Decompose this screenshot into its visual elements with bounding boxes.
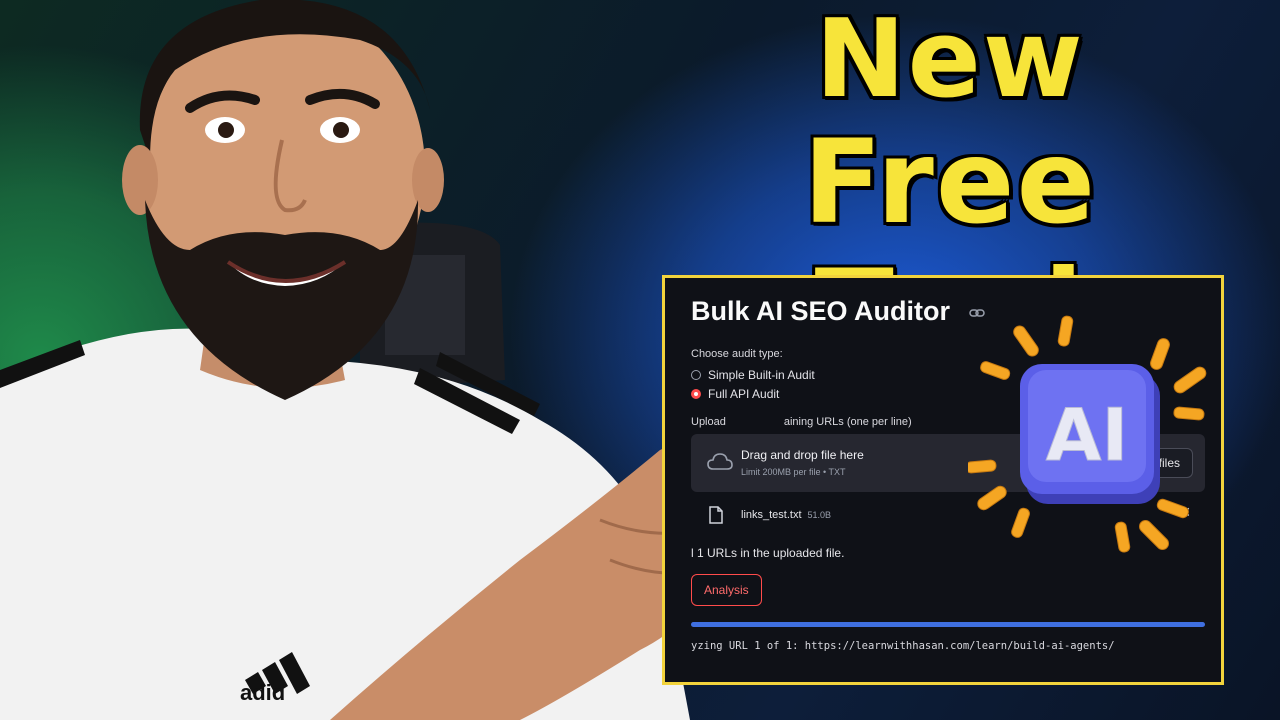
upload-label: Upload aining URLs (one per line) — [691, 416, 912, 428]
progress-bar — [691, 622, 1205, 627]
ai-badge-icon: AI — [968, 315, 1207, 553]
radio-full-api-audit[interactable]: Full API Audit — [691, 386, 779, 402]
audit-type-label: Choose audit type: — [691, 348, 783, 360]
cloud-upload-icon — [707, 453, 733, 470]
found-urls-text: l 1 URLs in the uploaded file. — [691, 546, 845, 560]
headline-line-1: New — [815, 0, 1085, 122]
progress-fill — [691, 622, 1205, 627]
status-text: yzing URL 1 of 1: https://learnwithhasan… — [691, 640, 1115, 652]
presenter-illustration: adid — [0, 0, 720, 720]
ai-badge-text: AI — [1046, 393, 1129, 477]
file-size: 51.0B — [807, 510, 832, 520]
shirt-logo-text: adid — [240, 680, 285, 705]
file-icon — [709, 506, 723, 524]
dropzone-subtitle: Limit 200MB per file • TXT — [741, 467, 846, 477]
radio-button[interactable] — [691, 370, 701, 380]
radio-simple-audit[interactable]: Simple Built-in Audit — [691, 367, 815, 383]
dropzone-title: Drag and drop file here — [741, 448, 864, 462]
uploaded-file-row: links_test.txt 51.0B — [709, 506, 831, 524]
run-analysis-button[interactable]: Analysis — [691, 574, 762, 606]
radio-label: Full API Audit — [708, 387, 780, 401]
page-title: Bulk AI SEO Auditor — [691, 296, 951, 326]
radio-label: Simple Built-in Audit — [708, 368, 815, 382]
radio-button-selected[interactable] — [691, 389, 701, 399]
file-name: links_test.txt — [741, 509, 802, 521]
